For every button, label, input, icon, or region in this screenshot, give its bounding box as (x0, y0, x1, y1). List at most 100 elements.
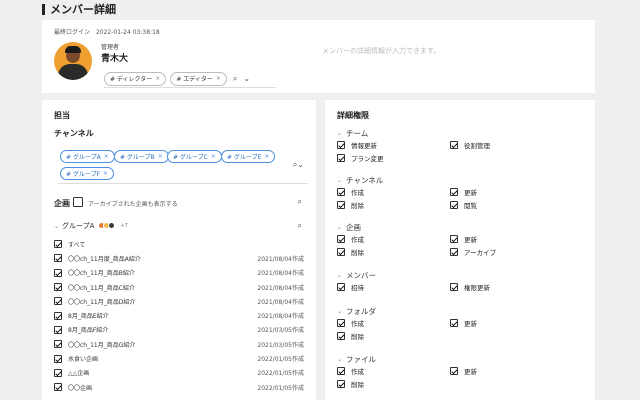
chevron-down-icon[interactable]: ⌄ (337, 308, 342, 315)
search-icon[interactable]: ⌕ (298, 221, 302, 231)
checkbox[interactable] (337, 366, 345, 375)
perm-item[interactable]: 作成 (337, 317, 450, 328)
perm-item[interactable]: アーカイブ (450, 246, 580, 257)
checkbox[interactable] (450, 366, 458, 375)
perm-item[interactable]: 招待 (337, 281, 450, 292)
checkbox[interactable] (54, 254, 62, 263)
channel-chip[interactable]: # グループC × (167, 150, 222, 163)
checkbox[interactable] (54, 268, 62, 277)
channel-chips[interactable]: # グループA × # グループB × # グループC × # グループE × # グル… (58, 148, 308, 184)
perm-item[interactable]: 閲覧 (450, 199, 580, 210)
perm-item[interactable]: 情報更新 (337, 139, 450, 150)
chevron-down-icon[interactable]: ⌄ (337, 177, 342, 184)
perm-group-header[interactable]: ⌄ メンバー (337, 269, 587, 281)
table-row[interactable]: 8月_商品F紹介 2021/03/05作成 (54, 323, 304, 337)
perm-item[interactable]: 削除 (337, 199, 450, 210)
checkbox[interactable] (337, 331, 345, 340)
checkbox[interactable] (450, 234, 458, 243)
checkbox[interactable] (450, 247, 458, 256)
table-row[interactable]: 〇〇ch_11月度_商品A紹介 2021/08/04作成 (54, 251, 304, 265)
checkbox[interactable] (450, 187, 458, 196)
detail-placeholder[interactable]: メンバーの詳細情報が入力できます。 (322, 46, 440, 56)
perm-item[interactable]: 更新 (450, 317, 580, 328)
list-item[interactable]: すべて (54, 237, 304, 251)
checkbox[interactable] (54, 240, 62, 249)
perm-item[interactable]: 削除 (337, 378, 450, 389)
chevron-down-icon[interactable]: ⌄ (337, 272, 342, 279)
close-icon[interactable]: × (155, 75, 160, 82)
checkbox[interactable] (54, 325, 62, 334)
perm-item[interactable]: 更新 (450, 365, 580, 376)
table-row[interactable]: 水食い企画 2022/01/05作成 (54, 351, 304, 365)
checkbox[interactable] (337, 247, 345, 256)
perm-item[interactable]: 更新 (450, 186, 580, 197)
checkbox[interactable] (450, 318, 458, 327)
checkbox[interactable] (54, 383, 62, 392)
checkbox[interactable] (337, 153, 345, 162)
archive-checkbox[interactable] (73, 197, 83, 207)
checkbox[interactable] (54, 340, 62, 349)
close-icon[interactable]: × (104, 153, 109, 160)
perm-group-header[interactable]: ⌄ チーム (337, 127, 587, 139)
close-icon[interactable]: × (103, 170, 108, 177)
perm-item[interactable]: 作成 (337, 233, 450, 244)
checkbox[interactable] (450, 282, 458, 291)
chevron-down-icon[interactable]: ⌄ (337, 356, 342, 363)
chevron-down-icon[interactable]: ⌄ (297, 160, 304, 169)
perm-group-header[interactable]: ⌄ 企画 (337, 221, 587, 233)
perm-item[interactable]: 更新 (450, 233, 580, 244)
close-icon[interactable]: × (216, 75, 221, 82)
close-icon[interactable]: × (158, 153, 163, 160)
checkbox[interactable] (54, 368, 62, 377)
perm-item[interactable]: 削除 (337, 330, 450, 341)
checkbox[interactable] (337, 140, 345, 149)
channel-chip[interactable]: # グループF × (60, 167, 115, 180)
member-name: 青木大 (101, 54, 129, 64)
perm-item[interactable]: 役割管理 (450, 139, 580, 150)
checkbox[interactable] (337, 200, 345, 209)
checkbox[interactable] (450, 200, 458, 209)
checkbox[interactable] (337, 187, 345, 196)
chevron-down-icon[interactable]: ⌄ (337, 224, 342, 231)
perm-group-team: ⌄ チーム 情報更新 役割管理 プラン変更 (337, 127, 587, 163)
perm-group-header[interactable]: ⌄ チャンネル (337, 174, 587, 186)
perm-item[interactable]: プラン変更 (337, 152, 450, 163)
checkbox[interactable] (337, 318, 345, 327)
chevron-down-icon[interactable]: ⌄ (337, 130, 342, 137)
table-row[interactable]: 8月_商品E紹介 2021/08/04作成 (54, 308, 304, 322)
perm-group-header[interactable]: ⌄ ファイル (337, 353, 587, 365)
perm-item[interactable]: 削除 (337, 246, 450, 257)
channel-chip[interactable]: # グループE × (221, 150, 276, 163)
checkbox[interactable] (54, 354, 62, 363)
table-row[interactable]: 〇〇企画 2022/01/05作成 (54, 380, 304, 394)
checkbox[interactable] (337, 234, 345, 243)
tag-editor[interactable]: # エディター × (170, 71, 227, 86)
perm-group-header[interactable]: ⌄ フォルダ (337, 305, 587, 317)
group-header[interactable]: ⌄ グループA +7 (54, 221, 128, 231)
checkbox[interactable] (450, 140, 458, 149)
close-icon[interactable]: × (211, 153, 216, 160)
perm-group-channel: ⌄ チャンネル 作成 更新 削除 閲覧 (337, 174, 587, 210)
table-row[interactable]: 〇〇ch_11月_商品B紹介 2021/08/04作成 (54, 266, 304, 280)
table-row[interactable]: △△企画 2022/01/05作成 (54, 366, 304, 380)
table-row[interactable]: 〇〇ch_11月_商品C紹介 2021/08/04作成 (54, 280, 304, 294)
perm-item[interactable]: 権限更新 (450, 281, 580, 292)
checkbox[interactable] (337, 379, 345, 388)
tag-director[interactable]: # ディレクター × (104, 71, 167, 86)
checkbox[interactable] (54, 311, 62, 320)
chevron-down-icon[interactable]: ⌄ (54, 223, 59, 230)
channel-chip[interactable]: # グループA × (60, 150, 115, 163)
close-icon[interactable]: × (264, 153, 269, 160)
table-row[interactable]: 〇〇ch_11月_商品G紹介 2021/03/05作成 (54, 337, 304, 351)
checkbox[interactable] (337, 282, 345, 291)
channel-chip[interactable]: # グループB × (114, 150, 169, 163)
table-row[interactable]: 〇〇ch_11月_商品D紹介 2021/08/04作成 (54, 294, 304, 308)
search-icon[interactable]: ⌕ (298, 197, 302, 207)
checkbox[interactable] (54, 297, 62, 306)
perm-item[interactable]: 作成 (337, 186, 450, 197)
chevron-down-icon[interactable]: ⌄ (243, 74, 250, 83)
search-icon[interactable]: ⌕ (233, 74, 237, 84)
avatar[interactable] (54, 42, 92, 80)
checkbox[interactable] (54, 283, 62, 292)
perm-item[interactable]: 作成 (337, 365, 450, 376)
